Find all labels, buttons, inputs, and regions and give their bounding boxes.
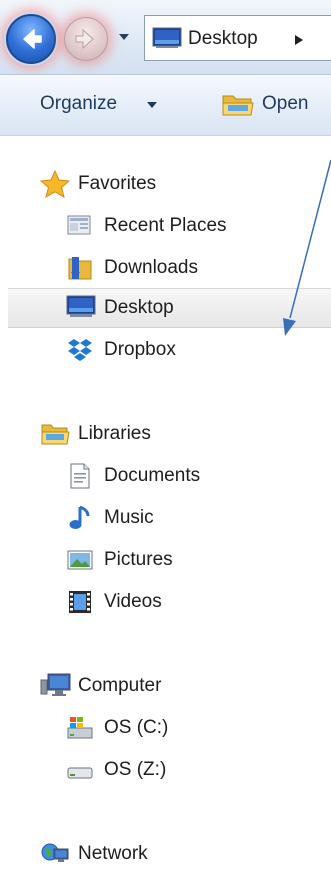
computer-monitor-icon (40, 673, 71, 696)
nav-drive-z-label: OS (Z:) (104, 759, 167, 780)
documents-icon (70, 463, 90, 489)
nav-pictures[interactable]: Pictures (0, 540, 331, 580)
nav-computer[interactable]: Computer (0, 666, 331, 706)
nav-downloads-label: Downloads (104, 257, 198, 278)
recent-places-icon (67, 215, 91, 235)
network-globe-icon (41, 843, 69, 862)
desktop-icon (66, 295, 96, 317)
libraries-folder-icon (41, 424, 70, 445)
nav-desktop[interactable]: Desktop (8, 288, 331, 328)
nav-network[interactable]: Network (0, 834, 331, 874)
nav-favorites[interactable]: Favorites (0, 164, 331, 204)
command-toolbar: Organize Open (0, 75, 331, 136)
network-drive-icon (67, 767, 93, 779)
history-dropdown-icon[interactable] (117, 30, 131, 44)
windows-drive-icon (67, 717, 93, 739)
nav-music-label: Music (104, 507, 154, 528)
nav-libraries-label: Libraries (78, 423, 151, 444)
back-arrow-icon (23, 29, 42, 49)
music-note-icon (69, 505, 90, 529)
nav-documents-label: Documents (104, 465, 201, 486)
pictures-icon (67, 550, 93, 570)
nav-drive-z[interactable]: OS (Z:) (0, 750, 331, 790)
open-button[interactable]: Open (262, 93, 308, 115)
navigation-pane: Favorites Recent Places Downloads Deskto… (0, 136, 331, 896)
nav-recent-places-label: Recent Places (104, 215, 227, 236)
breadcrumb-chevron-icon[interactable] (293, 33, 305, 47)
nav-drive-c-label: OS (C:) (104, 717, 169, 738)
nav-dropbox[interactable]: Dropbox (0, 330, 331, 370)
favorites-star-icon (40, 170, 70, 198)
nav-computer-label: Computer (78, 675, 162, 696)
forward-arrow-icon (75, 28, 94, 50)
nav-music[interactable]: Music (0, 498, 331, 538)
nav-libraries[interactable]: Libraries (0, 414, 331, 454)
downloads-folder-icon (68, 257, 92, 280)
videos-film-icon (69, 591, 91, 613)
nav-desktop-label: Desktop (104, 297, 174, 318)
nav-network-label: Network (78, 843, 148, 864)
organize-dropdown-icon[interactable] (146, 101, 158, 109)
address-path: Desktop (188, 28, 258, 49)
nav-videos-label: Videos (104, 591, 162, 612)
dropbox-icon (68, 339, 92, 361)
desktop-icon (152, 27, 182, 48)
nav-favorites-label: Favorites (78, 173, 157, 194)
nav-dropbox-label: Dropbox (104, 339, 176, 360)
open-folder-icon[interactable] (221, 91, 255, 119)
address-box[interactable]: Desktop (144, 15, 331, 61)
forward-button[interactable] (64, 17, 108, 61)
nav-recent-places[interactable]: Recent Places (0, 206, 331, 246)
nav-downloads[interactable]: Downloads (0, 248, 331, 288)
nav-pictures-label: Pictures (104, 549, 173, 570)
organize-button[interactable]: Organize (40, 93, 117, 115)
nav-documents[interactable]: Documents (0, 456, 331, 496)
address-bar-strip: Desktop (0, 0, 331, 75)
nav-videos[interactable]: Videos (0, 582, 331, 622)
back-button[interactable] (6, 14, 56, 64)
nav-drive-c[interactable]: OS (C:) (0, 708, 331, 748)
